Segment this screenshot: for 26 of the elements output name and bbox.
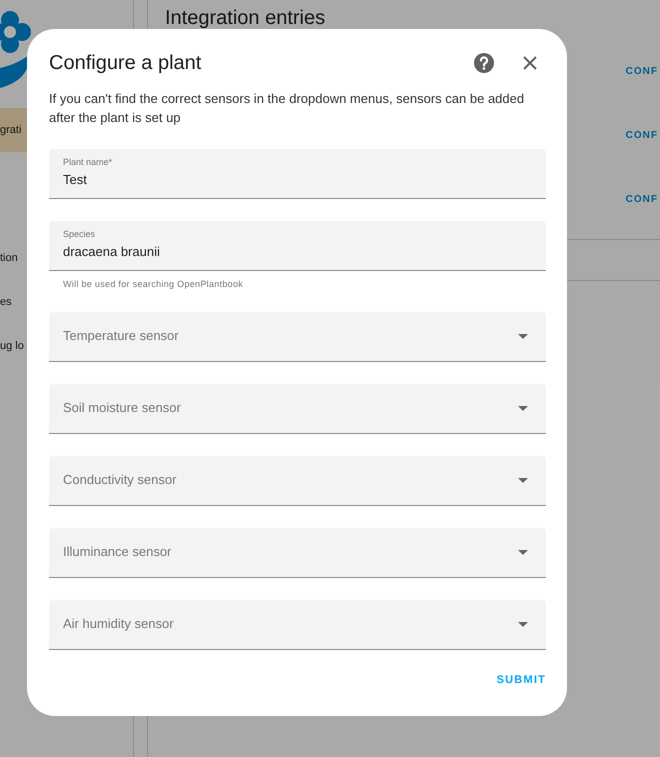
dropdown-arrow-icon (518, 334, 528, 338)
dropdown-field[interactable]: Illuminance sensor (49, 528, 546, 578)
submit-button[interactable]: SUBMIT (496, 672, 546, 688)
dialog-description: If you can't find the correct sensors in the dropdown menus, sensors can be added after the plant is set up (49, 90, 526, 127)
field-label: Species (63, 228, 96, 240)
field-input[interactable]: Test (63, 170, 532, 189)
helper-text: Will be used for searching OpenPlantbook (63, 278, 244, 291)
field-input[interactable]: dracaena braunii (63, 242, 532, 261)
text-field[interactable]: Plant name* Test (49, 149, 546, 199)
text-field[interactable]: Species dracaena braunii (49, 221, 546, 271)
dropdown-arrow-icon (518, 478, 528, 482)
dropdown-arrow-icon (518, 550, 528, 554)
dropdown-field[interactable]: Conductivity sensor (49, 456, 546, 506)
help-button[interactable] (472, 51, 496, 75)
field-label: Plant name* (63, 156, 114, 168)
dropdown-field[interactable]: Temperature sensor (49, 312, 546, 362)
configure-link[interactable]: CONF (626, 128, 658, 143)
help-icon (472, 51, 496, 75)
dropdown-arrow-icon (518, 406, 528, 410)
dropdown-field[interactable]: Soil moisture sensor (49, 384, 546, 434)
configure-link[interactable]: CONF (626, 64, 658, 80)
dropdown-arrow-icon (518, 622, 528, 626)
dropdown-field[interactable]: Air humidity sensor (49, 600, 546, 650)
page-heading: Integration entries (164, 6, 326, 31)
dialog-title: Configure a plant (49, 51, 202, 76)
configure-link[interactable]: CONF (626, 192, 658, 207)
